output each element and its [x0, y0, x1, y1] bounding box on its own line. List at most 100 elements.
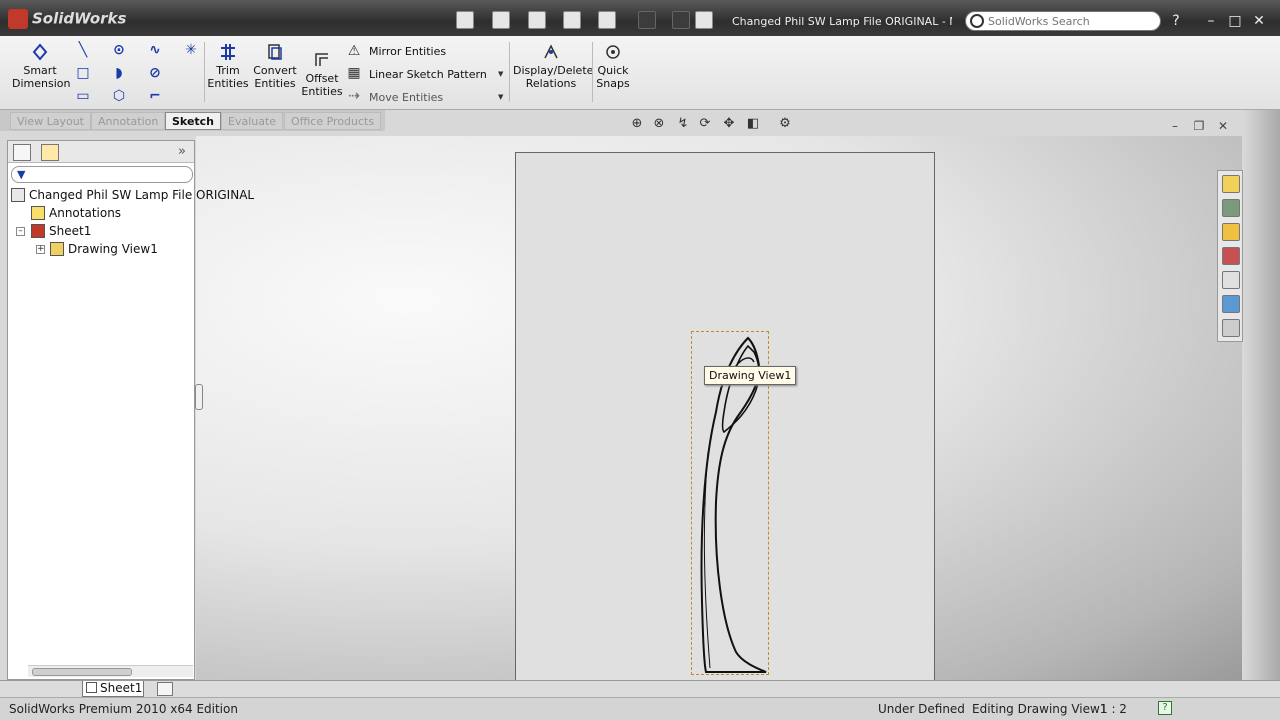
help-icon[interactable]: ? — [1168, 13, 1184, 29]
sheet-tab-sheet1[interactable]: Sheet1 — [82, 681, 144, 697]
appearances-icon[interactable] — [1222, 271, 1240, 289]
sheet-icon — [31, 224, 45, 238]
close-button[interactable]: ✕ — [1251, 13, 1267, 29]
display-delete-relations-button[interactable]: Display/Delete Relations — [513, 42, 593, 90]
drawing-view-icon — [50, 242, 64, 256]
smart-dimension-label: Smart Dimension — [12, 64, 71, 90]
home-icon[interactable] — [1222, 175, 1240, 193]
filter-icon: ▼ — [17, 168, 26, 181]
polygon-icon[interactable]: ⬡ — [111, 88, 127, 104]
command-manager: Smart Dimension ╲ ⊙ ∿ ✳ □ ◗ ⊘ ▭ ⬡ ⌐ Trim… — [0, 36, 1280, 110]
sheet-icon — [86, 682, 97, 693]
quick-tips-icon[interactable]: ? — [1158, 701, 1172, 715]
trim-entities-button[interactable]: Trim Entities — [206, 42, 250, 90]
tab-evaluate[interactable]: Evaluate — [221, 112, 284, 130]
document-restore-button[interactable]: ❐ — [1191, 118, 1207, 134]
fillet-icon[interactable]: ⌐ — [147, 88, 163, 104]
file-explorer-icon[interactable] — [1222, 223, 1240, 241]
collapse-icon[interactable]: – — [16, 227, 25, 236]
display-delete-relations-label: Display/Delete Relations — [513, 64, 594, 90]
scrollbar-thumb[interactable] — [32, 668, 132, 676]
line-icon[interactable]: ╲ — [75, 42, 91, 58]
scale-status[interactable]: 1 : 2 — [1100, 702, 1127, 716]
solidworks-logo[interactable]: SolidWorks — [8, 9, 138, 33]
view-palette-icon[interactable] — [1222, 247, 1240, 265]
search-box[interactable] — [965, 11, 1161, 31]
tree-item-sheet1[interactable]: Sheet1 — [31, 222, 91, 240]
horizontal-scrollbar[interactable] — [28, 665, 193, 677]
zoom-to-fit-icon[interactable]: ⊕ — [629, 116, 645, 132]
drawing-sheet[interactable]: Drawing View1 — [515, 152, 935, 682]
graphics-area[interactable]: Drawing View1 — [196, 136, 1242, 682]
slot-icon[interactable]: ▭ — [75, 88, 91, 104]
add-sheet-icon[interactable] — [157, 682, 173, 696]
document-minimize-button[interactable]: – — [1167, 118, 1183, 134]
maximize-button[interactable]: □ — [1227, 13, 1243, 29]
undo-icon[interactable] — [598, 11, 616, 29]
rectangle-icon[interactable]: □ — [75, 65, 91, 81]
rebuild-icon[interactable] — [672, 11, 690, 29]
property-manager-tab-icon[interactable] — [41, 144, 59, 161]
display-style-icon[interactable]: ◧ — [745, 116, 761, 132]
quick-snaps-button[interactable]: Quick Snaps — [594, 42, 632, 90]
tree-item-annotations[interactable]: Annotations — [31, 204, 121, 222]
tree-root-label: Changed Phil SW Lamp File ORIGINAL — [29, 188, 255, 202]
tab-view-layout[interactable]: View Layout — [10, 112, 91, 130]
select-icon[interactable] — [638, 11, 656, 29]
ribbon-divider — [509, 42, 510, 102]
solidworks-icon — [8, 9, 28, 29]
design-library-icon[interactable] — [1222, 199, 1240, 217]
sheet-tab-label: Sheet1 — [100, 681, 143, 695]
tab-sketch[interactable]: Sketch — [165, 112, 222, 130]
tree-item-label: Drawing View1 — [68, 242, 158, 256]
pan-icon[interactable]: ✥ — [721, 116, 737, 132]
expand-panel-icon[interactable]: » — [178, 144, 186, 159]
point-icon[interactable]: ✳ — [183, 42, 199, 58]
ribbon-divider — [592, 42, 593, 102]
chevron-down-icon[interactable]: ▼ — [498, 70, 503, 78]
expand-icon[interactable]: + — [36, 245, 45, 254]
zoom-to-area-icon[interactable]: ⊗ — [651, 116, 667, 132]
options-icon[interactable] — [695, 11, 713, 29]
tab-office-products[interactable]: Office Products — [284, 112, 382, 130]
linear-sketch-pattern-icon: ▦ — [347, 65, 361, 81]
tree-root[interactable]: Changed Phil SW Lamp File ORIGINAL — [11, 186, 254, 204]
document-recovery-icon[interactable] — [1222, 319, 1240, 337]
offset-entities-label: Offset Entities — [301, 72, 343, 98]
document-window-controls: – ❐ ✕ — [1167, 118, 1237, 134]
save-icon[interactable] — [528, 11, 546, 29]
mirror-entities-button[interactable]: Mirror Entities — [369, 45, 446, 58]
convert-entities-icon — [268, 44, 282, 60]
move-entities-button[interactable]: Move Entities — [369, 91, 443, 104]
document-title: Changed Phil SW Lamp File ORIGINAL - Mil… — [732, 15, 952, 28]
view-settings-icon[interactable]: ⚙ — [777, 116, 793, 132]
convert-entities-button[interactable]: Convert Entities — [251, 42, 299, 90]
new-document-icon[interactable] — [456, 11, 474, 29]
search-input[interactable] — [988, 14, 1156, 29]
tree-filter[interactable]: ▼ — [11, 166, 193, 183]
print-icon[interactable] — [563, 11, 581, 29]
open-folder-icon[interactable] — [492, 11, 510, 29]
tab-annotation[interactable]: Annotation — [91, 112, 166, 130]
feature-tree-tab-icon[interactable] — [13, 144, 31, 161]
offset-entities-icon — [315, 53, 328, 66]
document-close-button[interactable]: ✕ — [1215, 118, 1231, 134]
custom-properties-icon[interactable] — [1222, 295, 1240, 313]
menu-bar[interactable] — [145, 13, 445, 31]
previous-view-icon[interactable]: ↯ — [675, 116, 691, 132]
ellipse-icon[interactable]: ⊘ — [147, 65, 163, 81]
minimize-button[interactable]: – — [1203, 13, 1219, 29]
chevron-down-icon[interactable]: ▼ — [498, 93, 503, 101]
tree-item-label: Sheet1 — [49, 224, 92, 238]
linear-sketch-pattern-button[interactable]: Linear Sketch Pattern — [369, 68, 487, 81]
annotations-icon — [31, 206, 45, 220]
tree-item-drawing-view1[interactable]: Drawing View1 — [50, 240, 158, 258]
circle-icon[interactable]: ⊙ — [111, 42, 127, 58]
spline-icon[interactable]: ∿ — [147, 42, 163, 58]
rotate-view-icon[interactable]: ⟳ — [697, 116, 713, 132]
smart-dimension-button[interactable]: Smart Dimension — [12, 42, 71, 90]
relations-icon — [544, 44, 558, 59]
offset-entities-button[interactable]: Offset Entities — [301, 50, 343, 98]
panel-splitter-handle[interactable] — [195, 384, 203, 410]
arc-icon[interactable]: ◗ — [111, 65, 127, 81]
